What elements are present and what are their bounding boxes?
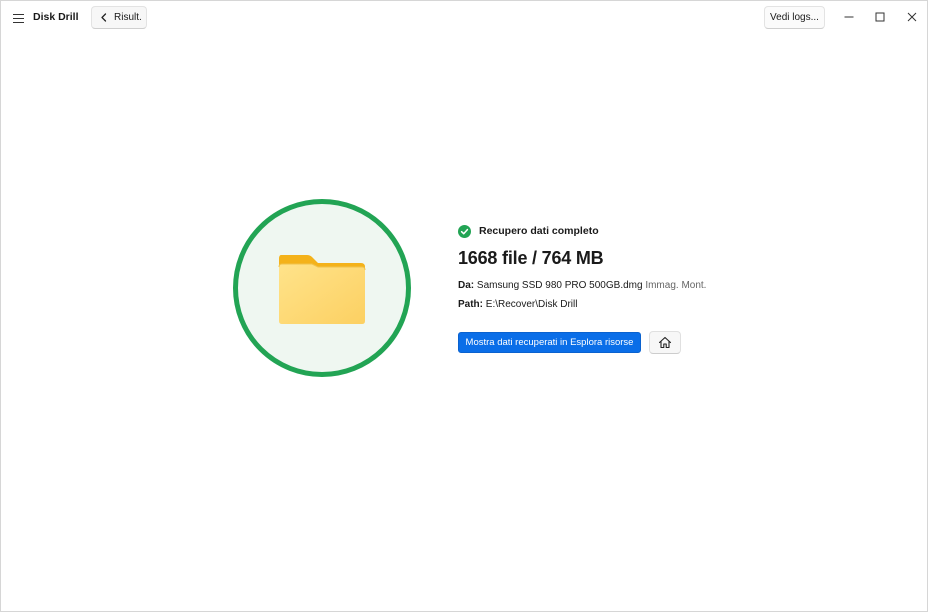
home-icon — [658, 336, 672, 349]
back-to-results-button[interactable]: Risult. — [91, 6, 147, 29]
recovery-summary: 1668 file / 764 MB — [458, 248, 604, 268]
view-logs-button[interactable]: Vedi logs... — [764, 6, 825, 29]
maximize-icon — [875, 12, 885, 22]
minimize-icon — [844, 16, 854, 18]
close-button[interactable] — [898, 6, 926, 28]
title-bar: Disk Drill Risult. Vedi logs... — [1, 1, 927, 35]
source-note: Immag. Mont. — [645, 280, 707, 291]
source-label: Da: — [458, 280, 475, 291]
hamburger-menu-icon[interactable] — [7, 7, 29, 29]
minimize-button[interactable] — [835, 6, 863, 28]
chevron-left-icon — [101, 13, 107, 22]
app-window: Disk Drill Risult. Vedi logs... Recupero… — [0, 0, 928, 612]
source-value: Samsung SSD 980 PRO 500GB.dmg — [476, 280, 643, 291]
folder-icon — [278, 255, 366, 324]
app-title: Disk Drill — [33, 11, 79, 23]
home-button[interactable] — [649, 331, 681, 354]
path-label: Path: — [458, 299, 483, 310]
check-circle-icon — [458, 224, 471, 238]
path-row: Path: E:\Recover\Disk Drill — [458, 299, 577, 310]
close-icon — [907, 12, 917, 22]
path-value: E:\Recover\Disk Drill — [485, 299, 578, 310]
maximize-button[interactable] — [866, 6, 894, 28]
status-row: Recupero dati completo — [458, 224, 599, 238]
source-row: Da: Samsung SSD 980 PRO 500GB.dmg Immag.… — [458, 280, 706, 291]
show-in-explorer-button[interactable]: Mostra dati recuperati in Esplora risors… — [458, 332, 641, 353]
status-text: Recupero dati completo — [479, 225, 599, 237]
back-button-label: Risult. — [114, 12, 142, 23]
